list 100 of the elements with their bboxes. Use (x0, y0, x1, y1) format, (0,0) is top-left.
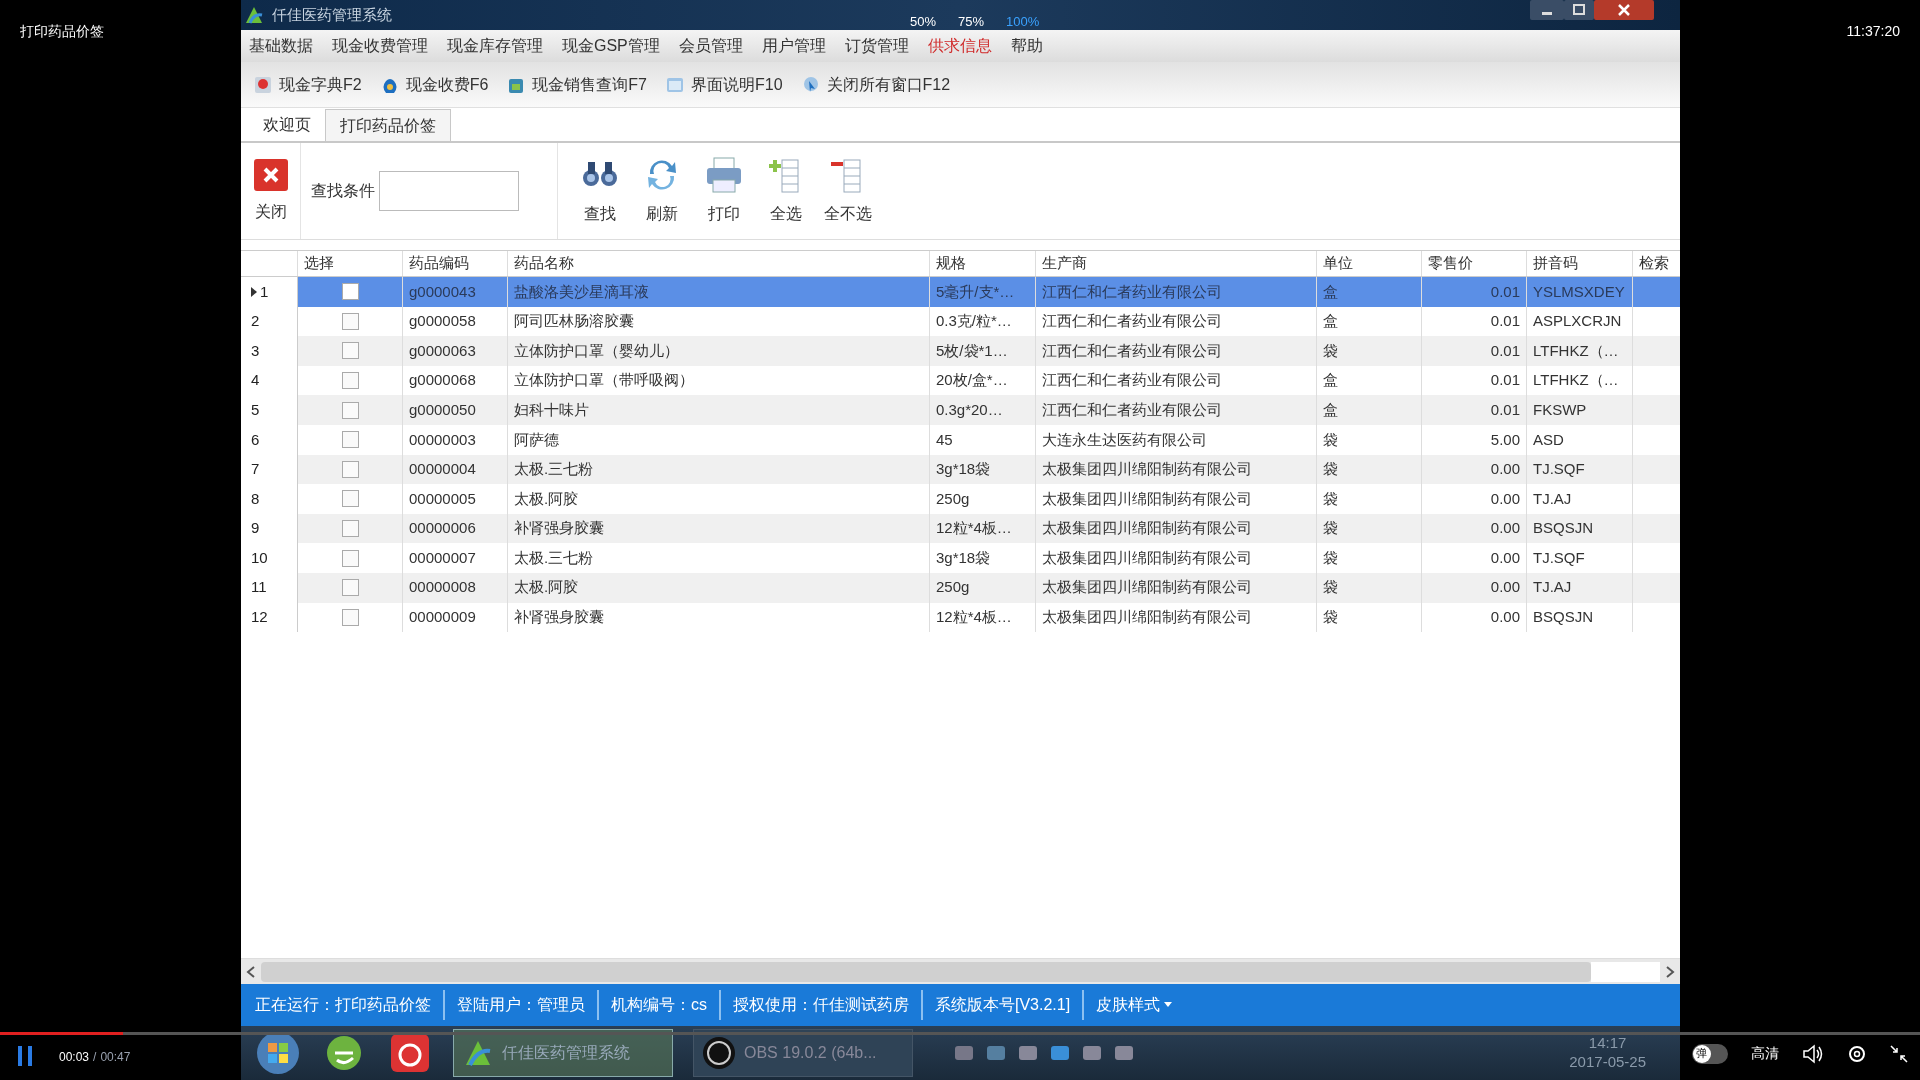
horizontal-scrollbar[interactable] (241, 958, 1680, 984)
menu-item[interactable]: 用户管理 (761, 34, 826, 58)
checkbox[interactable] (341, 579, 359, 597)
menu-item[interactable]: 现金收费管理 (332, 34, 428, 58)
table-cell: 5枚/袋*1… (930, 336, 1036, 366)
row-number: 4 (251, 370, 260, 391)
minimize-button[interactable] (1530, 0, 1564, 20)
row-number: 1 (260, 281, 269, 302)
status-item: 机构编号：cs (610, 995, 708, 1015)
table-cell: 0.00 (1422, 484, 1527, 514)
table-row[interactable]: 9 00000006 补肾强身胶囊 12粒*4板… 太极集团四川绵阳制药有限公司 袋 0.00 BSQSJN (241, 513, 1680, 544)
exit-fullscreen-icon[interactable] (1890, 1044, 1909, 1063)
column-header[interactable]: 检索 (1633, 251, 1680, 276)
table-cell: 0.01 (1422, 395, 1527, 425)
table-cell: ASD (1527, 424, 1633, 455)
toolbar-button[interactable]: 全选 (762, 156, 810, 226)
column-header[interactable]: 生产商 (1036, 251, 1317, 276)
pause-icon[interactable] (17, 1045, 33, 1067)
record-icon (702, 1036, 736, 1070)
scrollbar-thumb[interactable] (261, 961, 1591, 982)
checkbox[interactable] (341, 372, 359, 390)
row-number: 2 (251, 311, 260, 332)
table-cell: 0.01 (1422, 336, 1527, 366)
column-header[interactable]: 零售价 (1422, 251, 1527, 276)
table-cell: 江西仁和仁者药业有限公司 (1036, 395, 1317, 425)
table-cell: LTFHKZ（… (1527, 336, 1633, 366)
menu-item[interactable]: 会员管理 (678, 34, 743, 58)
row-number: 8 (251, 488, 260, 509)
table-cell: 45 (930, 424, 1036, 455)
quality-button[interactable]: 高清 (1750, 1043, 1779, 1064)
table-cell: 袋 (1317, 484, 1422, 514)
checkbox[interactable] (341, 401, 359, 419)
table-cell: 5.00 (1422, 424, 1527, 455)
zoom-option[interactable]: 75% (958, 12, 985, 32)
toolbar-button[interactable]: 查找 (576, 156, 624, 226)
maximize-button[interactable] (1564, 0, 1594, 20)
volume-icon[interactable] (1801, 1043, 1824, 1064)
row-number: 5 (251, 399, 260, 420)
search-field[interactable] (379, 171, 519, 211)
table-cell: 0.00 (1422, 572, 1527, 603)
app-icon (244, 5, 264, 25)
close-tab-button[interactable]: 关闭 (241, 143, 301, 239)
checkbox[interactable] (341, 312, 359, 330)
checkbox[interactable] (341, 283, 359, 301)
table-cell: FKSWP (1527, 395, 1633, 425)
checkbox[interactable] (341, 608, 359, 626)
toolbar-button[interactable]: 全不选 (824, 156, 872, 226)
settings-icon[interactable] (1847, 1043, 1868, 1064)
caret-icon (1164, 1002, 1173, 1008)
shortcut-button[interactable]: 现金销售查询F7 (506, 72, 647, 97)
menu-item[interactable]: 供求信息 (927, 34, 992, 58)
menu-item[interactable]: 帮助 (1010, 34, 1043, 58)
table-row[interactable]: 5 g0000050 妇科十味片 0.3g*20… 江西仁和仁者药业有限公司 盒 0.01 FKSWP (241, 395, 1680, 425)
checkbox[interactable] (341, 342, 359, 360)
table-cell: 太极集团四川绵阳制药有限公司 (1036, 543, 1317, 573)
shortcut-button[interactable]: 现金字典F2 (253, 72, 362, 97)
table-row[interactable]: 1 g0000043 盐酸洛美沙星滴耳液 5毫升/支*… 江西仁和仁者药业有限公司 盒 0.01 YSLMSXDEY (241, 277, 1680, 307)
checkbox[interactable] (341, 431, 359, 449)
table-cell: 盐酸洛美沙星滴耳液 (508, 277, 930, 307)
table-cell: 太极.阿胶 (508, 484, 930, 514)
zoom-option[interactable]: 50% (910, 12, 937, 32)
checkbox[interactable] (341, 520, 359, 538)
table-cell: 补肾强身胶囊 (508, 602, 930, 633)
table-row[interactable]: 3 g0000063 立体防护口罩（婴幼儿） 5枚/袋*1… 江西仁和仁者药业有限公司 袋 0.01 LTFHKZ（… (241, 336, 1680, 366)
column-header[interactable]: 药品名称 (508, 251, 930, 276)
progress-track[interactable] (0, 1032, 1920, 1035)
table-cell: 00000003 (403, 424, 508, 455)
table-cell: 盒 (1317, 277, 1422, 307)
skin-dropdown[interactable]: 皮肤样式 (1084, 993, 1185, 1017)
table-row[interactable]: 7 00000004 太极.三七粉 3g*18袋 太极集团四川绵阳制药有限公司 袋 0.00 TJ.SQF (241, 454, 1680, 485)
column-header[interactable]: 拼音码 (1527, 251, 1633, 276)
menu-item[interactable]: 基础数据 (249, 34, 313, 58)
separator-text: / (93, 1049, 97, 1066)
toolbar-button[interactable]: 打印 (700, 156, 748, 226)
column-header[interactable]: 规格 (930, 251, 1036, 276)
menu-item[interactable]: 现金库存管理 (447, 34, 543, 58)
table-cell: 12粒*4板… (930, 602, 1036, 633)
menu-item[interactable]: 现金GSP管理 (562, 34, 660, 58)
duration-text: 00:47 (100, 1049, 131, 1066)
column-header[interactable]: 选择 (298, 251, 403, 276)
checkbox[interactable] (341, 549, 359, 567)
table-cell: 0.00 (1422, 602, 1527, 633)
toolbar-button[interactable]: 刷新 (638, 156, 686, 226)
column-header[interactable]: 药品编码 (403, 251, 508, 276)
shortcut-button[interactable]: 界面说明F10 (665, 72, 783, 97)
shortcut-button[interactable]: 关闭所有窗口F12 (800, 72, 951, 97)
zoom-option[interactable]: 100% (1006, 12, 1040, 32)
column-header[interactable]: 单位 (1317, 251, 1422, 276)
table-row[interactable]: 11 00000008 太极.阿胶 250g 太极集团四川绵阳制药有限公司 袋 0.00 TJ.AJ (241, 572, 1680, 603)
menu-item[interactable]: 订货管理 (844, 34, 909, 58)
table-cell: 太极.阿胶 (508, 572, 930, 603)
table-cell: 太极集团四川绵阳制药有限公司 (1036, 484, 1317, 514)
shortcut-button[interactable]: 现金收费F6 (379, 72, 489, 97)
checkbox[interactable] (341, 460, 359, 478)
window-title: 仟佳医药管理系统 (272, 4, 392, 25)
close-button[interactable] (1594, 0, 1654, 20)
checkbox[interactable] (341, 490, 359, 508)
danmaku-toggle[interactable]: 弹 (1691, 1043, 1728, 1064)
row-number: 10 (251, 547, 268, 568)
tab[interactable]: 打印药品价签 (325, 109, 451, 141)
